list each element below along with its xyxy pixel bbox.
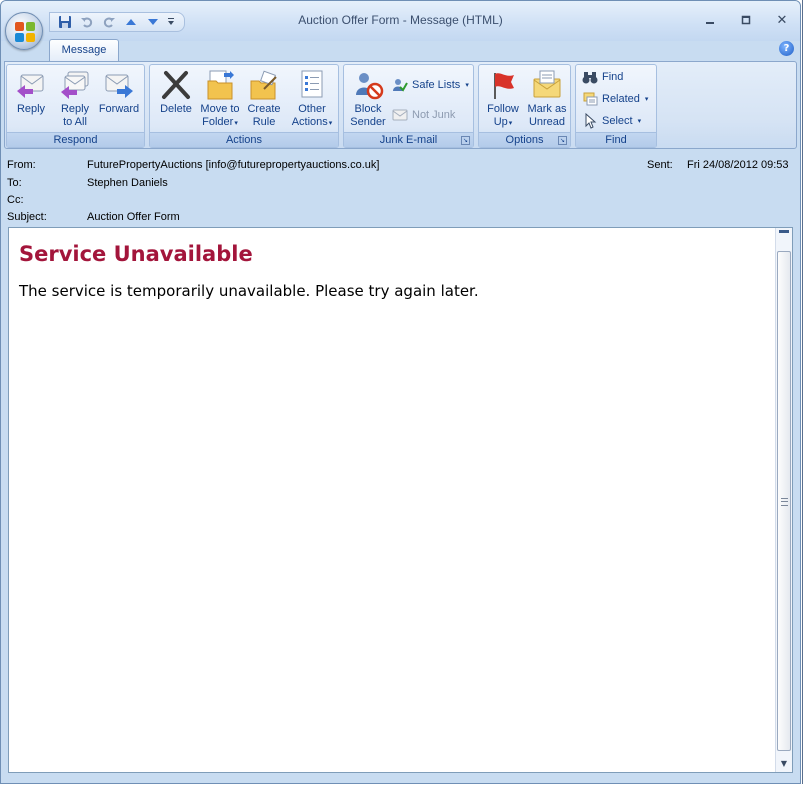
close-button[interactable]: ✕ <box>764 9 800 31</box>
from-value[interactable]: FuturePropertyAuctions [info@futureprope… <box>87 159 379 171</box>
window-controls: ✕ <box>692 9 800 31</box>
sent-label: Sent: <box>647 159 673 171</box>
group-label-respond: Respond <box>7 132 144 147</box>
group-label-actions: Actions <box>150 132 338 147</box>
message-body-pane[interactable]: Service Unavailable The service is tempo… <box>8 227 793 773</box>
cc-label: Cc: <box>7 194 24 206</box>
other-actions-icon <box>296 69 328 101</box>
message-header: From: FuturePropertyAuctions [info@futur… <box>4 152 797 227</box>
office-button[interactable] <box>5 12 43 50</box>
reply-all-button[interactable]: Reply to All <box>53 67 97 131</box>
to-label: To: <box>7 177 22 189</box>
find-button[interactable]: Find <box>582 67 623 87</box>
related-icon <box>582 91 598 107</box>
minimize-icon <box>706 22 714 24</box>
ribbon: Reply Reply to All Forward Respond Delet… <box>4 61 797 149</box>
window-title: Auction Offer Form - Message (HTML) <box>298 13 503 27</box>
binoculars-icon <box>582 69 598 85</box>
mark-as-unread-icon <box>531 69 563 101</box>
ribbon-tab-row: Message ? <box>1 39 800 61</box>
block-sender-button[interactable]: Block Sender <box>346 67 390 131</box>
cursor-icon <box>582 112 598 129</box>
group-label-find: Find <box>576 132 656 147</box>
outlook-message-window: Auction Offer Form - Message (HTML) ✕ Me… <box>0 0 801 784</box>
not-junk-button[interactable]: Not Junk <box>392 105 455 125</box>
create-rule-icon <box>248 69 280 101</box>
vertical-scrollbar[interactable]: ▼ <box>775 228 792 772</box>
group-actions: Delete Move to Folder▾ Create Rule Other Ac… <box>149 64 339 148</box>
close-icon: ✕ <box>776 12 788 28</box>
desktop-edge-bottom <box>0 784 807 789</box>
forward-icon <box>103 69 135 101</box>
desktop-edge-right <box>802 0 807 789</box>
group-junk-email: Block Sender Safe Lists ▾ Not Junk Junk E-… <box>343 64 474 148</box>
sent-value: Fri 24/08/2012 09:53 <box>687 159 789 171</box>
other-actions-button[interactable]: Other Actions▾ <box>288 67 336 131</box>
group-respond: Reply Reply to All Forward Respond <box>6 64 145 148</box>
follow-up-button[interactable]: Follow Up▾ <box>481 67 525 131</box>
forward-button[interactable]: Forward <box>97 67 141 131</box>
office-logo-icon <box>15 22 35 42</box>
safe-lists-icon <box>392 77 408 93</box>
subject-label: Subject: <box>7 211 47 223</box>
options-dialog-launcher-icon[interactable]: ↘ <box>558 136 567 145</box>
not-junk-icon <box>392 107 408 123</box>
group-options: Follow Up▾ Mark as Unread Options ↘ <box>478 64 571 148</box>
block-sender-icon <box>352 69 384 101</box>
tab-message[interactable]: Message <box>49 39 119 61</box>
maximize-button[interactable] <box>728 9 764 31</box>
select-button[interactable]: Select ▾ <box>582 111 641 131</box>
body-heading: Service Unavailable <box>19 242 253 266</box>
maximize-icon <box>741 15 751 25</box>
delete-button[interactable]: Delete <box>154 67 198 131</box>
move-to-folder-icon <box>204 69 236 101</box>
subject-value: Auction Offer Form <box>87 211 180 223</box>
reply-button[interactable]: Reply <box>9 67 53 131</box>
split-bar-icon[interactable] <box>779 230 789 233</box>
create-rule-button[interactable]: Create Rule <box>242 67 286 131</box>
delete-icon <box>160 69 192 101</box>
reply-all-icon <box>59 69 91 101</box>
follow-up-flag-icon <box>487 69 519 101</box>
scroll-grip-icon <box>781 498 788 506</box>
message-body-content: Service Unavailable The service is tempo… <box>19 242 770 300</box>
from-label: From: <box>7 159 36 171</box>
scroll-down-button[interactable]: ▼ <box>776 756 792 772</box>
to-value[interactable]: Stephen Daniels <box>87 177 168 189</box>
junk-email-dialog-launcher-icon[interactable]: ↘ <box>461 136 470 145</box>
group-label-junk-email: Junk E-mail <box>344 132 473 147</box>
reply-icon <box>15 69 47 101</box>
title-bar[interactable]: Auction Offer Form - Message (HTML) ✕ <box>1 1 800 50</box>
safe-lists-button[interactable]: Safe Lists ▾ <box>392 75 469 95</box>
minimize-button[interactable] <box>692 9 728 31</box>
scroll-thumb[interactable] <box>777 251 791 751</box>
related-button[interactable]: Related ▾ <box>582 89 648 109</box>
move-to-folder-button[interactable]: Move to Folder▾ <box>198 67 242 131</box>
help-icon[interactable]: ? <box>779 41 794 56</box>
group-label-options: Options <box>479 132 570 147</box>
body-text: The service is temporarily unavailable. … <box>19 282 479 300</box>
mark-as-unread-button[interactable]: Mark as Unread <box>525 67 569 131</box>
scroll-up-button[interactable] <box>776 228 792 244</box>
group-find: Find Related ▾ Select ▾ Find <box>575 64 657 148</box>
